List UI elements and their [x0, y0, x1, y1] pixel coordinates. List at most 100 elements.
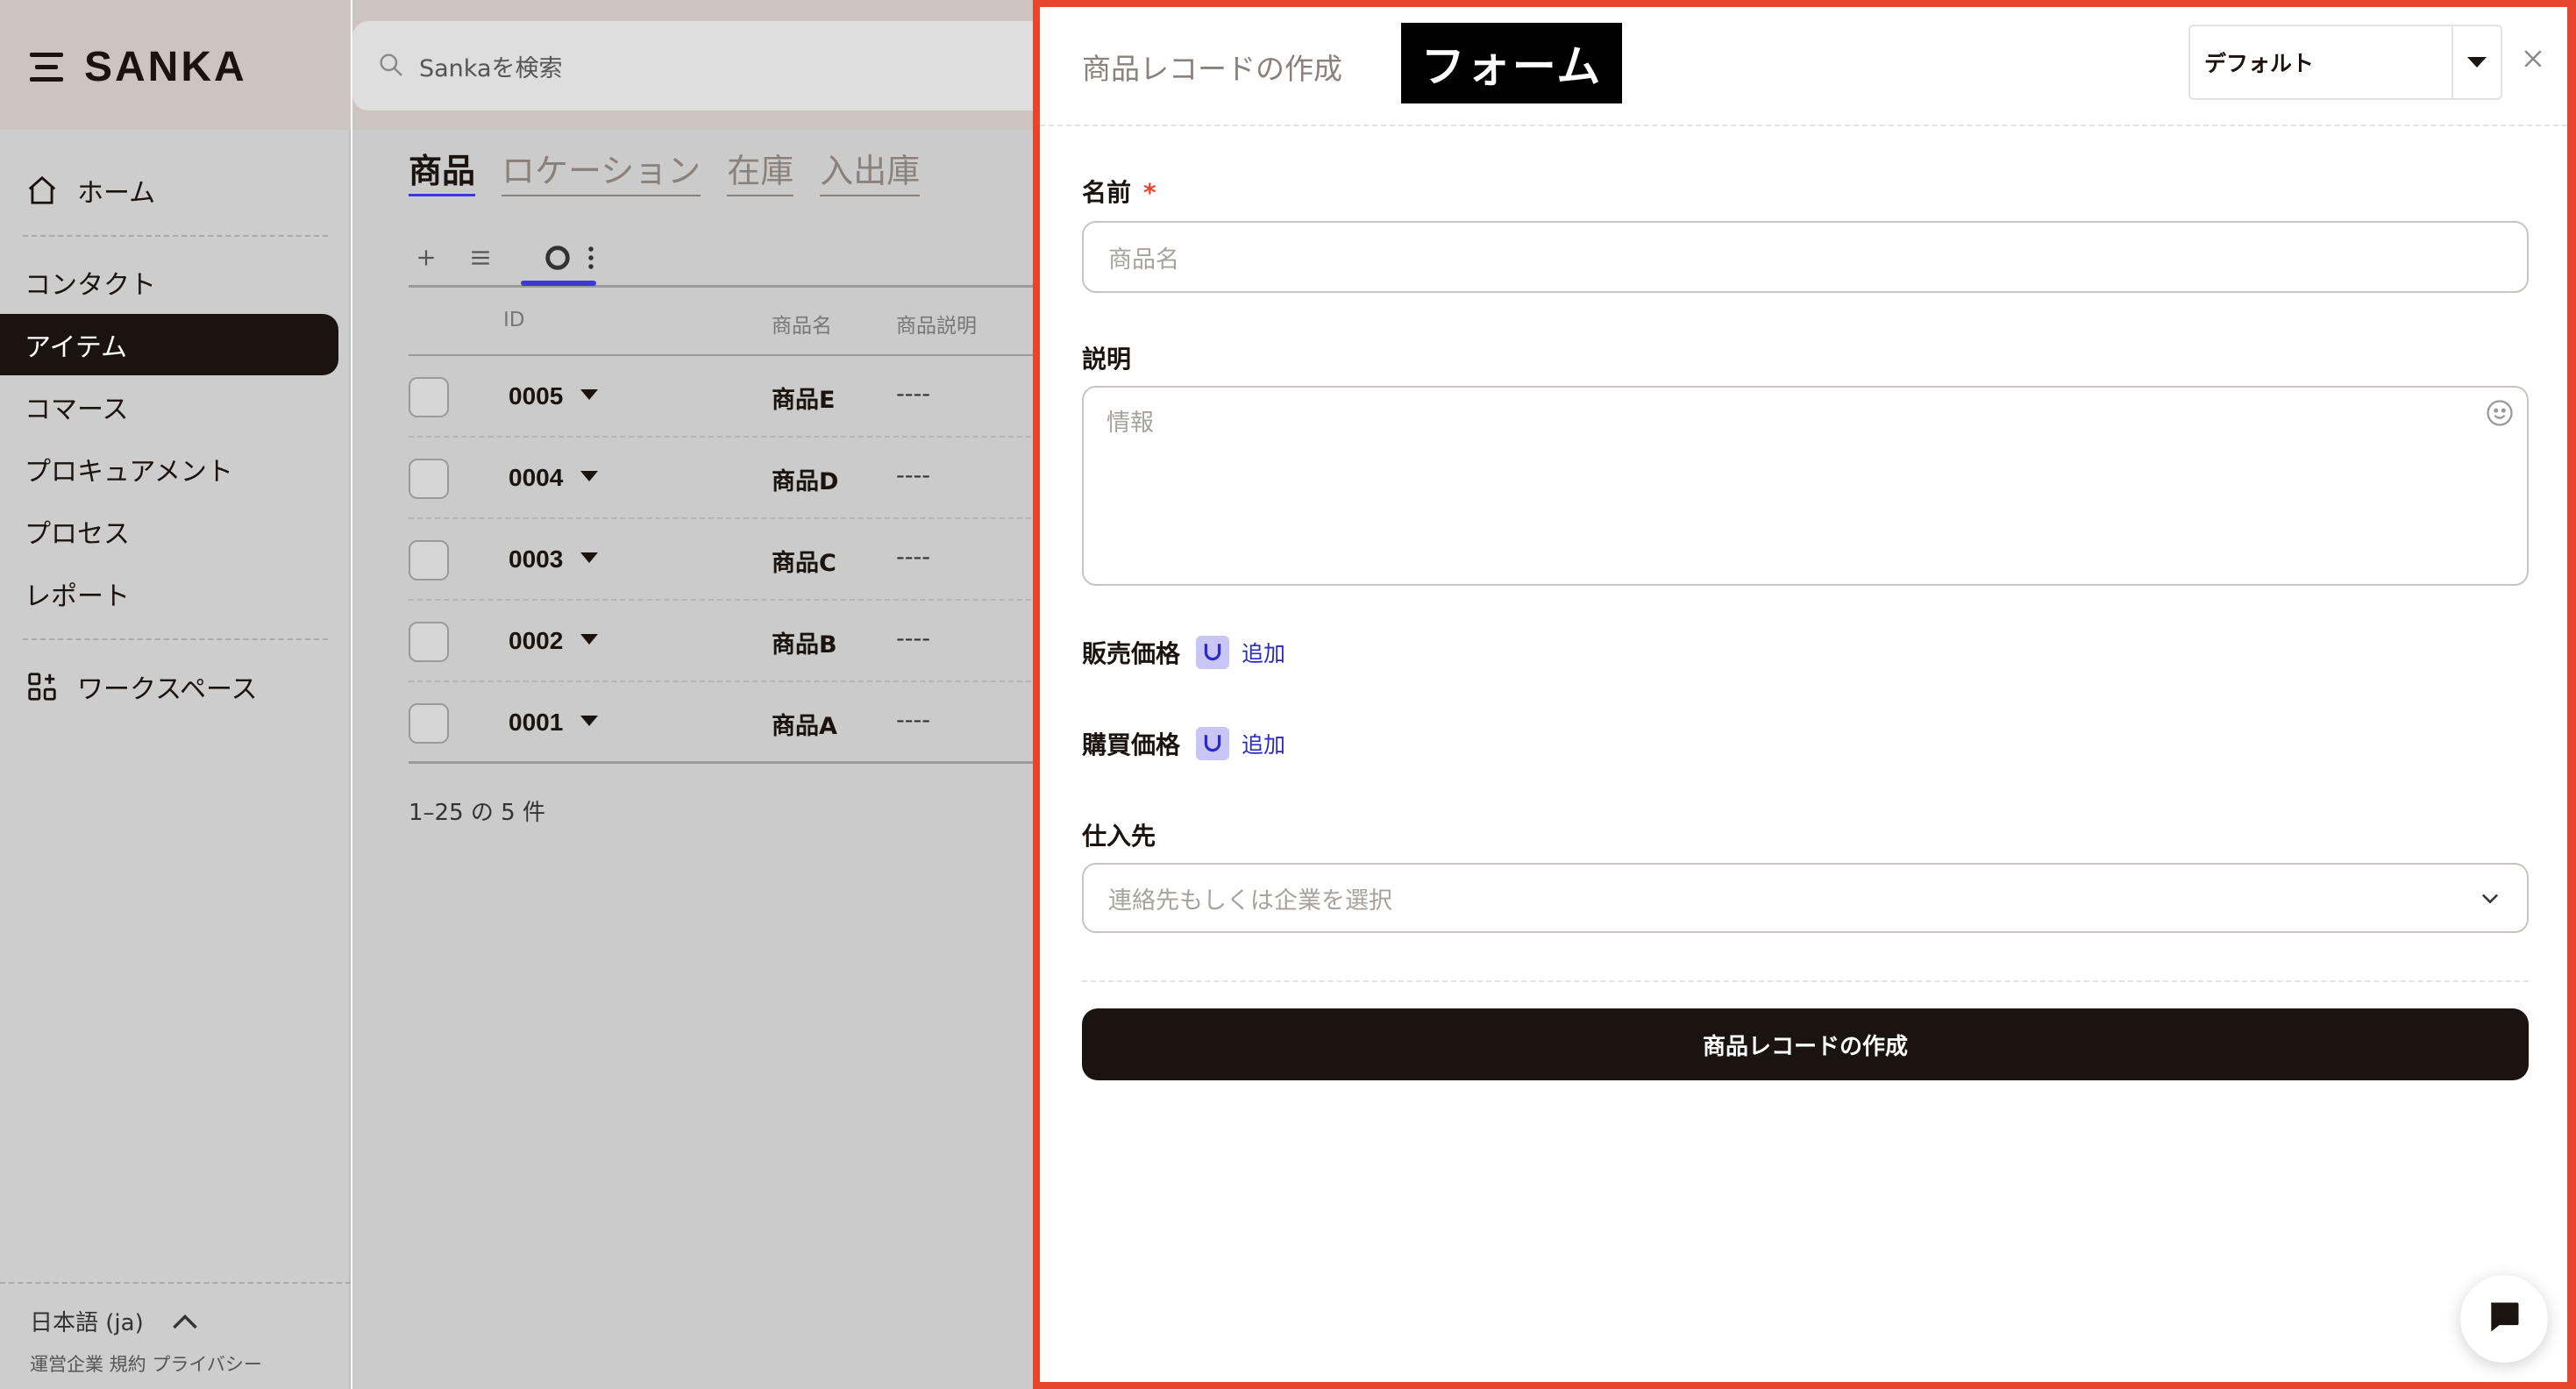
row-name: 商品A [772, 713, 837, 740]
magnet-icon [1196, 636, 1230, 669]
name-label-text: 名前 [1082, 178, 1132, 207]
table-bottom-border [409, 761, 1033, 764]
active-view-indicator [521, 281, 596, 286]
tab-locations[interactable]: ロケーション [502, 144, 701, 196]
create-record-panel: 商品レコードの作成 フォーム デフォルト 名前 * 商品名 説明 情報 販売価格 … [1033, 0, 2576, 1389]
sidebar-item-label: プロセス [25, 519, 130, 550]
row-description: ---- [896, 707, 930, 734]
preset-value: デフォルト [2204, 51, 2315, 76]
sidebar-item-label: ホーム [77, 178, 156, 209]
column-header-description[interactable]: 商品説明 [896, 309, 977, 338]
sidebar-item-reports[interactable]: レポート [0, 563, 338, 624]
row-id[interactable]: 0002 [509, 627, 563, 655]
sidebar-item-items[interactable]: アイテム [0, 314, 338, 375]
grid-plus-icon [25, 669, 60, 704]
sidebar-item-contacts[interactable]: コンタクト [0, 252, 338, 313]
chevron-up-icon [170, 1309, 197, 1334]
chat-launcher-button[interactable] [2460, 1275, 2548, 1363]
row-id[interactable]: 0004 [509, 464, 563, 492]
pagination-count: 1–25 の 5 件 [409, 800, 545, 826]
caret-down-icon[interactable] [580, 634, 598, 645]
emoji-icon[interactable] [2485, 398, 2516, 430]
magnet-icon [1196, 727, 1230, 760]
form-preset-select[interactable]: デフォルト [2188, 25, 2502, 100]
sidebar-item-commerce[interactable]: コマース [0, 376, 338, 438]
more-vertical-icon[interactable] [573, 240, 608, 275]
sidebar-item-procurement[interactable]: プロキュアメント [0, 438, 338, 500]
sidebar-item-label: アイテム [25, 332, 127, 363]
table-row[interactable]: 0004 商品D ---- [409, 438, 1033, 519]
purchase-price-label: 購買価格 [1082, 730, 1181, 759]
panel-header: 商品レコードの作成 フォーム デフォルト [1040, 7, 2567, 126]
supplier-select[interactable]: 連絡先もしくは企業を選択 [1082, 863, 2529, 933]
caret-down-icon[interactable] [580, 552, 598, 563]
language-label: 日本語 (ja) [30, 1310, 144, 1336]
description-placeholder: 情報 [1107, 410, 1154, 437]
divider [1082, 980, 2529, 982]
app-logo[interactable]: SANKA [30, 39, 247, 95]
list-icon[interactable] [463, 240, 498, 275]
add-sale-price-link[interactable]: 追加 [1242, 637, 1285, 668]
panel-title: 商品レコードの作成 [1082, 52, 1342, 86]
row-checkbox[interactable] [409, 377, 449, 417]
name-input[interactable]: 商品名 [1082, 221, 2529, 293]
sidebar-item-process[interactable]: プロセス [0, 501, 338, 562]
sale-price-row: 販売価格 追加 [1082, 635, 1285, 670]
row-id[interactable]: 0001 [509, 709, 563, 737]
menu-icon[interactable] [30, 49, 65, 84]
row-id[interactable]: 0005 [509, 382, 563, 410]
item-tabs: 商品 ロケーション 在庫 入出庫 [409, 144, 946, 196]
language-switcher[interactable]: 日本語 (ja) [30, 1305, 197, 1337]
row-description: ---- [896, 625, 930, 652]
sidebar-item-label: レポート [25, 581, 130, 612]
row-checkbox[interactable] [409, 540, 449, 581]
table-row[interactable]: 0001 商品A ---- [409, 682, 1033, 764]
divider [23, 638, 328, 640]
sale-price-label: 販売価格 [1082, 639, 1181, 668]
row-checkbox[interactable] [409, 459, 449, 499]
name-placeholder: 商品名 [1108, 246, 1179, 274]
table-row[interactable]: 0003 商品C ---- [409, 519, 1033, 601]
column-header-name[interactable]: 商品名 [772, 309, 832, 338]
caret-down-icon[interactable] [580, 716, 598, 726]
home-icon [25, 173, 60, 208]
row-checkbox[interactable] [409, 622, 449, 662]
sidebar-item-label: コマース [25, 395, 129, 425]
create-record-button[interactable]: 商品レコードの作成 [1082, 1008, 2529, 1080]
name-label: 名前 * [1082, 174, 1156, 209]
sidebar-item-workspace[interactable]: ワークスペース [0, 656, 338, 717]
row-id[interactable]: 0003 [509, 545, 563, 573]
table-row[interactable]: 0002 商品B ---- [409, 601, 1033, 682]
close-icon[interactable] [2520, 46, 2551, 77]
row-name: 商品C [772, 550, 836, 577]
caret-down-icon[interactable] [2451, 26, 2501, 98]
main-content: Sankaを検索 商品 ロケーション 在庫 入出庫 ID 商品名 商品説明 00… [352, 0, 1033, 1389]
tab-inventory[interactable]: 在庫 [727, 144, 794, 196]
row-name: 商品E [772, 387, 836, 414]
supplier-label: 仕入先 [1082, 822, 1156, 851]
column-header-id[interactable]: ID [503, 309, 525, 331]
divider [0, 1282, 351, 1284]
supplier-placeholder: 連絡先もしくは企業を選択 [1108, 887, 1392, 915]
chevron-down-icon [2478, 886, 2504, 912]
caret-down-icon[interactable] [580, 471, 598, 481]
sidebar-item-label: ワークスペース [77, 674, 258, 705]
circle-view-icon[interactable] [540, 240, 575, 275]
row-checkbox[interactable] [409, 703, 449, 744]
tab-products[interactable]: 商品 [409, 144, 476, 196]
sidebar-item-home[interactable]: ホーム [0, 160, 338, 221]
add-purchase-price-link[interactable]: 追加 [1242, 728, 1285, 759]
row-name: 商品D [772, 468, 839, 495]
table-row[interactable]: 0005 商品E ---- [409, 356, 1033, 438]
plus-icon[interactable] [409, 240, 444, 275]
caret-down-icon[interactable] [580, 389, 598, 400]
description-textarea[interactable]: 情報 [1082, 386, 2529, 586]
tab-stock-movements[interactable]: 入出庫 [820, 144, 921, 196]
sidebar-item-label: コンタクト [25, 270, 156, 301]
required-mark: * [1143, 178, 1156, 207]
search-bar[interactable]: Sankaを検索 [352, 21, 1033, 110]
footer-links[interactable]: 運営企業 規約 プライバシー [30, 1350, 262, 1377]
purchase-price-row: 購買価格 追加 [1082, 726, 1285, 761]
sidebar: SANKA ホーム コンタクト アイテム コマース プロキュアメント プロセス … [0, 0, 351, 1389]
form-badge: フォーム [1401, 23, 1622, 103]
